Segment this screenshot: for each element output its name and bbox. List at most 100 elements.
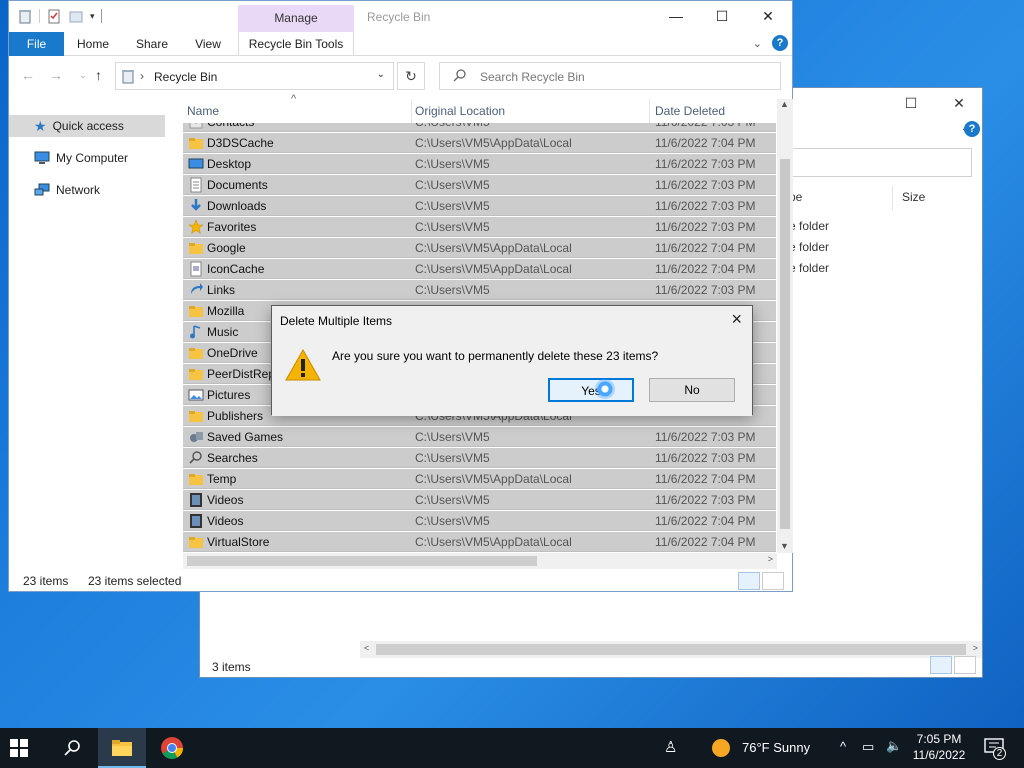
large-icons-view-icon[interactable] [762,572,784,590]
weather-text[interactable]: 76°F Sunny [742,740,810,755]
recycle-bin-window[interactable]: ▾ Manage Recycle Bin — ☐ ✕ File Home Sha… [8,0,793,592]
scroll-down-icon[interactable]: ▼ [780,541,789,551]
table-row[interactable]: Videos C:\Users\VM5 11/6/2022 7:04 PM [183,511,776,531]
sidebar-item-network[interactable]: Network [9,179,165,201]
table-row[interactable]: Contacts C:\Users\VM5 11/6/2022 7:03 PM [183,123,776,132]
row-name: Mozilla [207,304,245,318]
column-divider[interactable] [649,99,650,123]
file-explorer-taskbar-button[interactable] [98,728,146,768]
sidebar-item-quick-access[interactable]: ★ Quick access [9,115,165,137]
bg-close-button[interactable]: ✕ [936,92,982,114]
row-name: Links [207,283,236,297]
table-row[interactable]: Google C:\Users\VM5\AppData\Local 11/6/202… [183,238,776,258]
qat-dropdown-icon[interactable]: ▾ [90,11,95,22]
table-row[interactable]: Searches C:\Users\VM5 11/6/2022 7:03 PM [183,448,776,468]
help-icon[interactable]: ? [772,35,788,51]
refresh-button[interactable]: ↻ [397,62,425,90]
scroll-up-icon[interactable]: ▲ [780,99,789,109]
recycle-bin-icon[interactable] [17,8,33,24]
dialog-close-icon[interactable]: × [731,309,742,330]
notifications-icon[interactable]: 2 [984,738,1006,760]
bg-scroll-right-icon[interactable]: > [973,643,978,653]
breadcrumb-separator-icon[interactable]: › [140,69,144,83]
table-row[interactable]: Documents C:\Users\VM5 11/6/2022 7:03 PM [183,175,776,195]
bg-col-size[interactable]: Size [902,190,925,204]
maximize-button[interactable]: ☐ [699,5,745,27]
folder-icon [189,369,203,380]
vertical-scrollbar[interactable]: ▲ ▼ [777,99,793,553]
bg-scroll-thumb[interactable] [376,644,966,655]
weather-sun-icon[interactable] [712,739,730,757]
bg-horizontal-scrollbar[interactable]: < > [360,641,982,658]
column-header-date-deleted[interactable]: Date Deleted [655,99,725,123]
back-arrow-icon[interactable]: ← [21,67,35,83]
recycle-bin-icon [122,70,134,84]
manage-contextual-tab[interactable]: Manage [238,5,354,32]
network-icon[interactable]: ▭ [862,739,874,755]
table-row[interactable]: Downloads C:\Users\VM5 11/6/2022 7:03 PM [183,196,776,216]
contacts-icon [189,123,203,129]
tab-recycle-bin-tools[interactable]: Recycle Bin Tools [238,32,354,56]
tab-file[interactable]: File [9,32,64,56]
bg-maximize-button[interactable]: ☐ [888,92,934,114]
scroll-thumb[interactable] [780,159,790,529]
table-row[interactable]: Temp C:\Users\VM5\AppData\Local 11/6/2022 … [183,469,776,489]
row-name: Temp [207,472,237,486]
search-icon[interactable] [63,739,81,757]
navigation-pane: ★ Quick access My Computer Network [9,101,179,561]
new-folder-icon[interactable] [68,8,84,24]
sidebar-item-my-computer[interactable]: My Computer [9,147,165,169]
bg-details-view-icon[interactable] [930,656,952,674]
bg-search-box[interactable] [790,148,972,177]
folder-icon [189,138,203,149]
forward-arrow-icon[interactable]: → [49,67,63,83]
scroll-right-icon[interactable]: > [768,554,773,564]
search-input[interactable]: Search Recycle Bin [439,62,781,90]
table-row[interactable]: D3DSCache C:\Users\VM5\AppData\Local 11/6/… [183,133,776,153]
details-view-icon[interactable] [738,572,760,590]
chrome-taskbar-button[interactable] [148,728,196,768]
ribbon-tabs: File Home Share View Recycle Bin Tools [9,32,792,56]
delete-confirmation-dialog[interactable]: Delete Multiple Items × Are you sure you… [271,305,753,416]
ribbon-expand-icon[interactable]: ⌄ [753,37,762,50]
people-icon[interactable]: ♙ [664,738,677,756]
column-header-name[interactable]: Name [187,99,219,123]
address-dropdown-icon[interactable]: ⌄ [377,69,385,80]
row-name: Searches [207,451,258,465]
volume-icon[interactable]: 🔈 [886,738,902,754]
column-divider[interactable] [411,99,412,123]
table-row[interactable]: Favorites C:\Users\VM5 11/6/2022 7:03 PM [183,217,776,237]
table-row[interactable]: Videos C:\Users\VM5 11/6/2022 7:03 PM [183,490,776,510]
no-button[interactable]: No [649,378,735,402]
yes-button[interactable]: Yes [548,378,634,402]
tab-view[interactable]: View [189,32,227,56]
bg-large-icons-view-icon[interactable] [954,656,976,674]
clock[interactable]: 7:05 PM 11/6/2022 [908,731,970,763]
recent-dropdown-icon[interactable]: ⌄ [79,70,87,81]
up-arrow-icon[interactable]: ↑ [95,67,102,83]
title-bar[interactable]: ▾ Manage Recycle Bin — ☐ ✕ [9,1,792,32]
horizontal-scrollbar[interactable]: > [183,553,777,569]
column-header-original-location[interactable]: Original Location [415,99,505,123]
folder-icon [189,306,203,317]
table-row[interactable]: IconCache C:\Users\VM5\AppData\Local 11/6/… [183,259,776,279]
windows-start-icon[interactable] [10,739,28,757]
scroll-thumb[interactable] [187,556,537,566]
tab-share[interactable]: Share [131,32,173,56]
minimize-button[interactable]: — [653,5,699,27]
table-row[interactable]: Saved Games C:\Users\VM5 11/6/2022 7:03 PM [183,427,776,447]
folder-icon [189,537,203,548]
bg-help-icon[interactable]: ? [964,121,980,137]
table-row[interactable]: Desktop C:\Users\VM5 11/6/2022 7:03 PM [183,154,776,174]
address-bar[interactable]: › Recycle Bin ⌄ [115,62,394,90]
table-row[interactable]: Links C:\Users\VM5 11/6/2022 7:03 PM [183,280,776,300]
properties-icon[interactable] [46,8,62,24]
desktop-icon [188,158,204,169]
tab-home[interactable]: Home [71,32,115,56]
row-date-deleted: 11/6/2022 7:03 PM [655,430,756,444]
breadcrumb[interactable]: Recycle Bin [154,70,217,84]
bg-scroll-left-icon[interactable]: < [364,643,369,653]
table-row[interactable]: VirtualStore C:\Users\VM5\AppData\Local 11… [183,532,776,552]
close-button[interactable]: ✕ [745,5,791,27]
tray-chevron-icon[interactable]: ^ [840,739,846,754]
